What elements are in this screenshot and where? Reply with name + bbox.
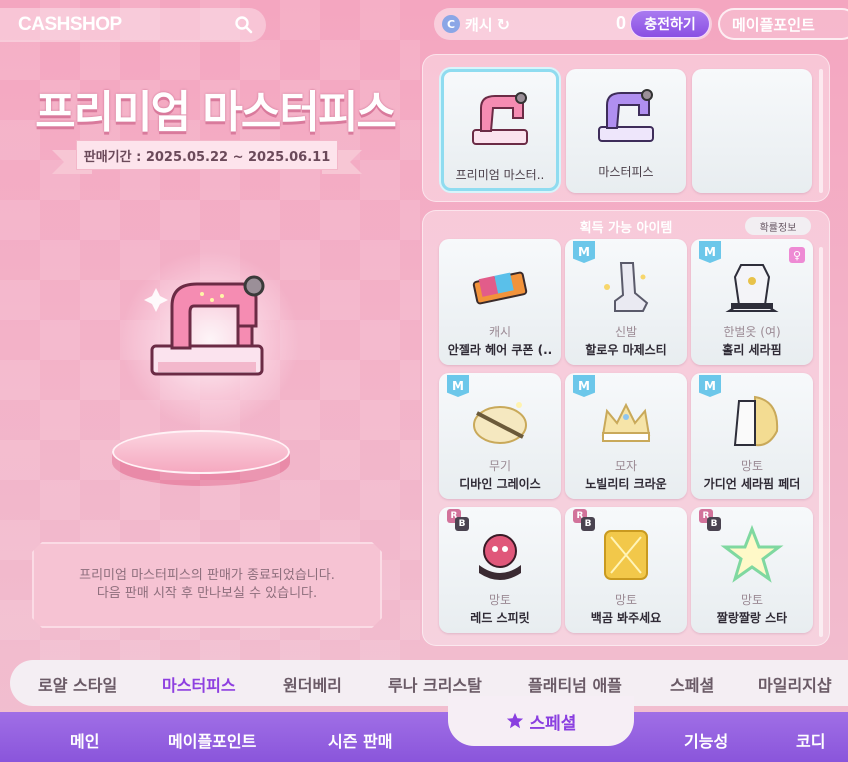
cape-icon — [733, 395, 779, 447]
nav-features[interactable]: 기능성 — [684, 728, 728, 752]
refresh-icon[interactable]: ↻ — [497, 15, 510, 34]
hair-coupon-icon — [472, 271, 528, 305]
weapon-icon — [473, 402, 527, 444]
cash-coin-icon: C — [442, 15, 460, 33]
notice-line-1: 프리미엄 마스터피스의 판매가 종료되었습니다. — [79, 568, 335, 583]
selector-card-label: 마스터피스 — [598, 165, 654, 179]
tab-special[interactable]: 스페셜 — [670, 672, 714, 696]
item-card[interactable]: RB 망토 레드 스피릿 — [439, 507, 561, 633]
item-name: 노빌리티 크라운 — [585, 477, 667, 491]
item-category: 망토 — [488, 593, 512, 607]
item-name: 디바인 그레이스 — [459, 477, 541, 491]
sewing-machine-icon — [144, 275, 265, 376]
probability-info-button[interactable]: 확률정보 — [745, 217, 811, 235]
shoe-icon — [604, 262, 649, 312]
bottom-nav: 메인 메이플포인트 시즌 판매 기능성 코디 — [0, 712, 848, 762]
tab-wonderberry[interactable]: 원더베리 — [283, 672, 342, 696]
nav-special[interactable]: 스페셜 — [448, 696, 634, 746]
item-card[interactable]: RB 망토 백곰 봐주세요 — [565, 507, 687, 633]
nav-season-sale[interactable]: 시즌 판매 — [328, 728, 392, 752]
item-category: 망토 — [740, 593, 764, 607]
m-badge-icon: M — [699, 241, 721, 263]
item-name: 홀리 세라핌 — [722, 343, 782, 357]
obtainable-items-panel: 획득 가능 아이템 확률정보 캐시 안젤라 헤어 쿠폰 (.. M 신발 할로우… — [422, 210, 830, 646]
nav-maple-points[interactable]: 메이플포인트 — [168, 728, 256, 752]
m-badge-icon: M — [573, 241, 595, 263]
tab-royal-style[interactable]: 로얄 스타일 — [38, 672, 117, 696]
notice-line-2: 다음 판매 시작 후 만나보실 수 있습니다. — [96, 586, 318, 601]
sale-period-ribbon: 판매기간 : 2025.05.22 ~ 2025.06.11 — [52, 140, 362, 174]
item-name: 할로우 마제스티 — [585, 343, 667, 357]
female-icon: ♀ — [789, 247, 805, 263]
item-category: 신발 — [614, 325, 638, 339]
item-name: 안젤라 헤어 쿠폰 (.. — [447, 343, 553, 357]
selector-card-label: 프리미엄 마스터.. — [455, 168, 545, 182]
item-category: 한벌옷 (여) — [723, 325, 781, 339]
tab-platinum-apple[interactable]: 플래티넘 애플 — [528, 672, 622, 696]
item-category: 망토 — [614, 593, 638, 607]
product-showcase — [100, 250, 320, 490]
item-card[interactable]: RB 망토 짤랑짤랑 스타 — [691, 507, 813, 633]
selector-scrollbar[interactable] — [819, 69, 823, 193]
m-badge-icon: M — [447, 375, 469, 397]
item-card[interactable]: M 모자 노빌리티 크라운 — [565, 373, 687, 499]
item-card[interactable]: M 무기 디바인 그레이스 — [439, 373, 561, 499]
item-card[interactable]: 캐시 안젤라 헤어 쿠폰 (.. — [439, 239, 561, 365]
sewing-machine-purple-icon — [598, 89, 654, 142]
crown-icon — [601, 402, 651, 442]
tab-mileage-shop[interactable]: 마일리지샵 — [758, 672, 832, 696]
star-cape-icon — [720, 525, 784, 583]
m-badge-icon: M — [573, 375, 595, 397]
sewing-machine-pink-icon — [472, 92, 528, 145]
brand-label: CASHSHOP — [18, 14, 122, 35]
item-name: 레드 스피릿 — [470, 611, 530, 625]
maple-points-button[interactable]: 메이플포인트 — [718, 8, 848, 40]
cash-label: 캐시 — [465, 15, 493, 34]
category-tabs: 로얄 스타일 마스터피스 원더베리 루나 크리스탈 플래티넘 애플 스페셜 마일… — [10, 660, 848, 706]
item-category: 망토 — [740, 459, 764, 473]
item-name: 짤랑짤랑 스타 — [716, 611, 788, 625]
m-badge-icon: M — [699, 375, 721, 397]
cape-icon — [604, 530, 648, 580]
sale-period: 판매기간 : 2025.05.22 ~ 2025.06.11 — [76, 140, 338, 170]
outfit-icon — [725, 264, 779, 312]
item-card[interactable]: M ♀ 한벌옷 (여) 홀리 세라핌 — [691, 239, 813, 365]
cape-icon — [479, 534, 521, 580]
pedestal — [112, 430, 290, 474]
nav-main[interactable]: 메인 — [70, 728, 99, 752]
product-selector-panel: 프리미엄 마스터.. 마스터피스 — [422, 54, 830, 202]
item-category: 모자 — [614, 459, 638, 473]
item-name: 가디언 세라핌 페더 — [703, 477, 801, 491]
item-category: 무기 — [488, 459, 512, 473]
item-card[interactable]: M 신발 할로우 마제스티 — [565, 239, 687, 365]
charge-button[interactable]: 충전하기 — [630, 10, 710, 38]
item-name: 백곰 봐주세요 — [590, 611, 662, 625]
cash-bar: C 캐시 ↻ 0 충전하기 — [434, 8, 712, 40]
tab-masterpiece[interactable]: 마스터피스 — [162, 672, 236, 696]
sale-ended-notice: 프리미엄 마스터피스의 판매가 종료되었습니다. 다음 판매 시작 후 만나보실… — [32, 542, 382, 628]
selector-card-empty — [692, 69, 812, 193]
page-title: 프리미엄 마스터피스 — [35, 87, 397, 138]
item-category: 캐시 — [488, 325, 512, 339]
star-icon — [506, 712, 523, 729]
nav-special-label: 스페셜 — [529, 713, 577, 734]
search-icon[interactable] — [234, 15, 254, 35]
selector-card-masterpiece[interactable]: 마스터피스 — [566, 69, 686, 193]
item-card[interactable]: M 망토 가디언 세라핌 페더 — [691, 373, 813, 499]
selector-card-premium[interactable]: 프리미엄 마스터.. — [441, 69, 559, 191]
items-scrollbar[interactable] — [819, 247, 823, 637]
tab-luna-crystal[interactable]: 루나 크리스탈 — [388, 672, 482, 696]
nav-codi[interactable]: 코디 — [796, 728, 825, 752]
cash-amount: 0 — [615, 13, 626, 33]
search-bar[interactable]: CASHSHOP — [0, 8, 266, 42]
